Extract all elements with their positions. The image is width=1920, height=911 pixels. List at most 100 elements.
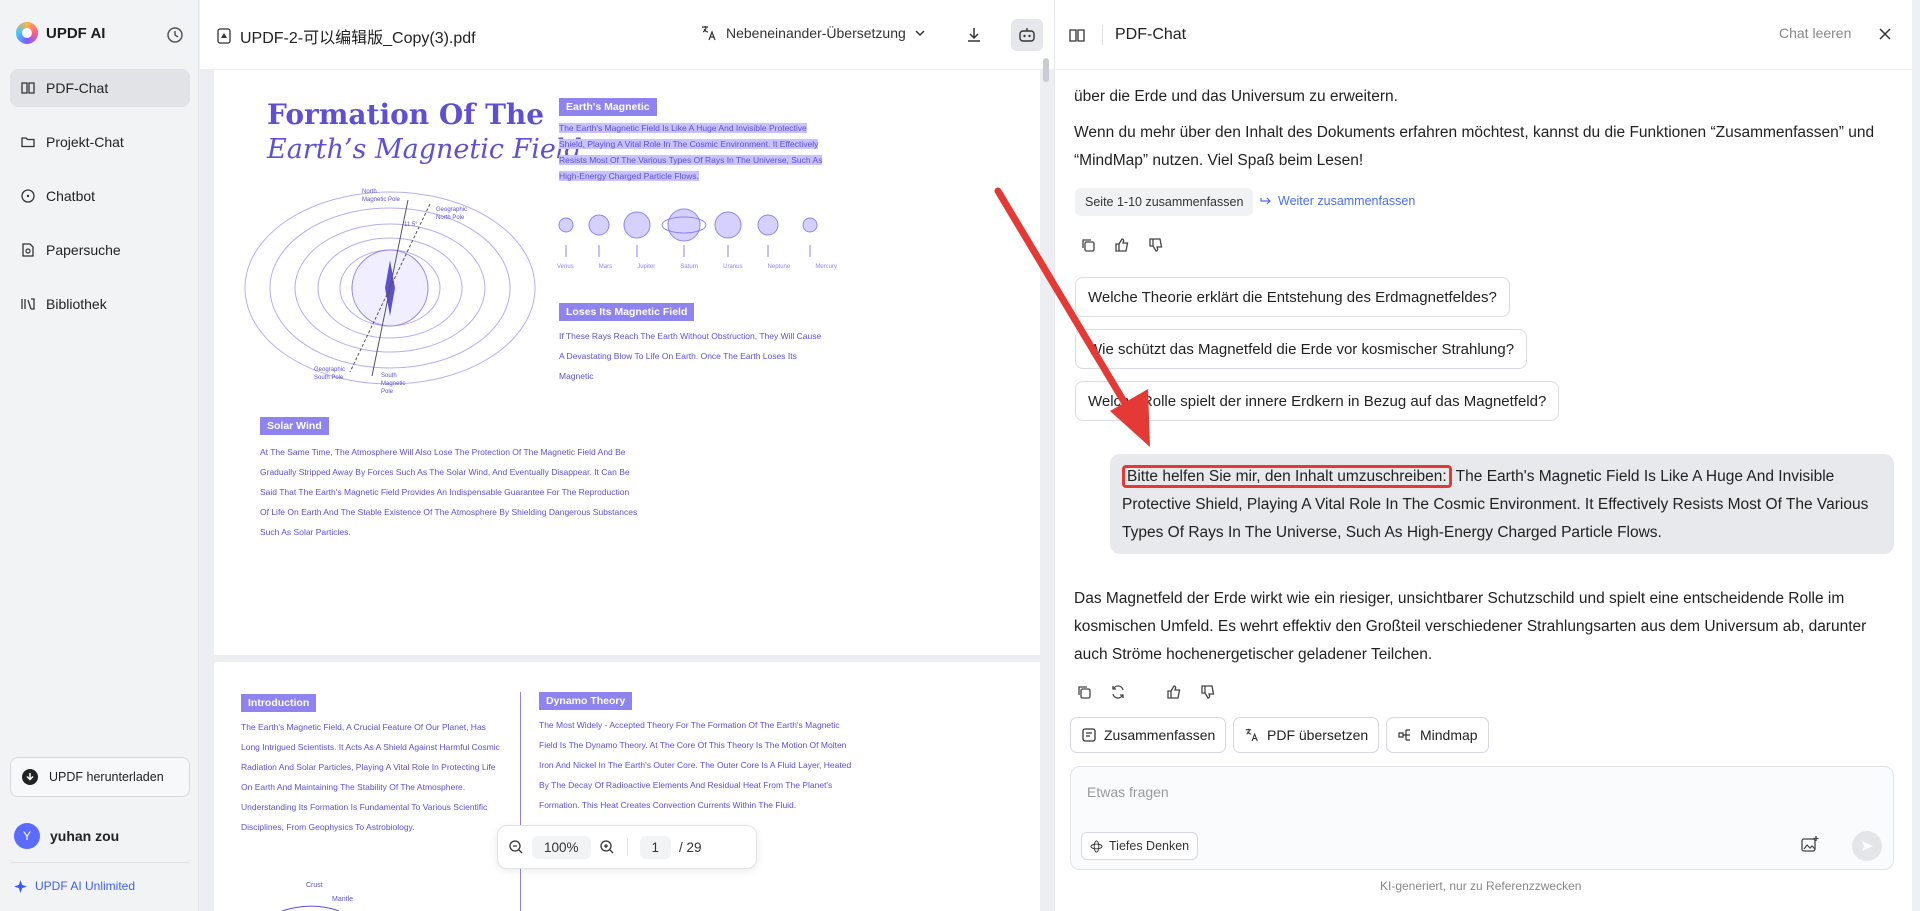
thumbs-up-icon [1167,685,1181,699]
sidebar-item-chatbot[interactable]: Chatbot [10,177,190,215]
deep-thinking-toggle[interactable]: Tiefes Denken [1081,832,1199,860]
reader-toggle-button[interactable] [1064,22,1090,48]
sidebar-item-label: Papersuche [46,242,121,258]
pdf-page-2: Introduction The Earth's Magnetic Field,… [214,662,1040,911]
robot-icon [1019,28,1035,42]
translation-mode-select[interactable]: Nebeneinander-Übersetzung [700,24,926,42]
dislike-button[interactable] [1200,684,1216,700]
planet-label: Saturn [680,264,699,270]
clear-chat-button[interactable]: Chat leeren [1779,25,1851,41]
planet-labels: Venus Mars Jupiter Saturn Uranus Neptune… [557,264,837,270]
answer-actions [1076,684,1216,700]
page-total: / 29 [679,839,702,855]
user-message-bubble: Bitte helfen Sie mir, den Inhalt umzusch… [1110,454,1894,554]
sidebar-item-label: Projekt-Chat [46,134,124,150]
mindmap-button[interactable]: Mindmap [1386,717,1489,753]
section-text: The Earth's Magnetic Field Is Like A Hug… [559,123,823,181]
library-icon [21,298,35,310]
document-search-icon [22,243,34,257]
assistant-answer: Das Magnetfeld der Erde wirkt wie ein ri… [1074,590,1867,663]
zoom-in-icon [599,840,613,854]
page-title: Formation Of The [267,98,545,131]
diagram-label: North Magnetic Pole [362,189,401,203]
zoom-out-button[interactable] [508,839,524,855]
copy-icon [1078,686,1091,699]
assistant-message-tail: über die Erde und das Universum zu erwei… [1074,88,1398,105]
regenerate-button[interactable] [1110,684,1126,700]
translation-mode-label: Nebeneinander-Übersetzung [726,25,906,41]
mindmap-label: Mindmap [1420,727,1478,743]
download-label: UPDF herunterladen [49,770,164,784]
history-icon[interactable] [166,26,184,44]
summary-icon [1082,728,1096,742]
upgrade-link[interactable]: UPDF AI Unlimited [14,879,135,893]
section-text: At The Same Time, The Atmosphere Will Al… [260,447,638,537]
diagram-label: Geographic South Pole [314,367,346,381]
zoom-level[interactable]: 100% [532,835,591,859]
chat-input-placeholder: Etwas fragen [1087,784,1169,800]
continue-summary-link[interactable]: Weiter zusammenfassen [1260,194,1415,208]
atom-icon [1090,839,1103,853]
document-viewer[interactable]: Formation Of The Earth’s Magnetic Field … [200,70,1054,911]
page-number-input[interactable]: 1 [639,835,672,859]
send-button[interactable] [1852,831,1882,861]
updf-logo-icon [16,22,38,44]
chevron-down-icon [915,30,925,37]
download-icon [968,28,980,42]
chat-bubble-icon [21,189,35,203]
download-button[interactable] [958,19,990,51]
sidebar-item-bibliothek[interactable]: Bibliothek [10,285,190,323]
disclaimer: KI-generiert, nur zu Referenzzwecken [1380,879,1582,893]
diagram-label: 11.5° [404,222,418,228]
sidebar-item-projekt-chat[interactable]: Projekt-Chat [10,123,190,161]
send-icon [1862,841,1873,851]
highlighted-prompt: Bitte helfen Sie mir, den Inhalt umzusch… [1122,465,1452,488]
diagram-label: South Magnetic Pole [381,373,406,395]
document-title: UPDF-2-可以编辑版_Copy(3).pdf [216,24,476,48]
mindmap-icon [1398,729,1410,741]
assistant-message-tip: Wenn du mehr über den Inhalt des Dokumen… [1074,124,1875,169]
earth-layers-diagram [281,905,340,911]
document-scrollbar[interactable] [1043,58,1049,82]
image-upload-button[interactable] [1800,835,1820,855]
close-button[interactable] [1878,27,1892,41]
chat-title-row: PDF-Chat [1064,22,1186,48]
annotation-arrow [994,187,1150,447]
avatar: Y [14,823,40,849]
page-subtitle: Earth’s Magnetic Field [267,134,582,165]
app-logo[interactable]: UPDF AI [16,22,105,44]
folder-icon [21,137,35,148]
sidebar-item-papersuche[interactable]: Papersuche [10,231,190,269]
zoom-out-icon [509,840,523,854]
planet-label: Venus [557,264,574,270]
like-button[interactable] [1166,684,1182,700]
section-badge: Introduction [241,694,317,712]
divider [10,862,190,863]
planet-label: Mars [598,264,613,270]
sparkle-icon [14,879,27,893]
section-badge: Earth's Magnetic [559,98,657,116]
image-plus-icon [1801,836,1819,852]
sidebar-item-pdf-chat[interactable]: PDF-Chat [10,69,190,107]
divider [1102,25,1103,45]
user-profile[interactable]: Y yuhan zou [14,823,119,849]
pdf-page-1: Formation Of The Earth’s Magnetic Field … [214,70,1040,655]
planet-label: Jupiter [637,264,656,270]
download-updf-button[interactable]: UPDF herunterladen [10,757,190,797]
app-name: UPDF AI [46,24,106,42]
copy-button[interactable] [1076,684,1092,700]
translate-pdf-button[interactable]: PDF übersetzen [1233,717,1380,753]
thumbs-down-icon [1201,685,1215,699]
zoom-in-button[interactable] [599,839,615,855]
upgrade-label: UPDF AI Unlimited [35,879,136,893]
deep-thinking-label: Tiefes Denken [1109,839,1190,853]
section-badge: Loses Its Magnetic Field [559,303,695,321]
summarize-button[interactable]: Zusammenfassen [1070,717,1227,753]
ai-assistant-button[interactable] [1011,19,1043,51]
close-icon [1879,28,1891,40]
sidebar-item-label: Chatbot [46,188,96,204]
translate-icon [1245,728,1258,742]
download-circle-icon [22,769,38,785]
section-badge: Dynamo Theory [539,692,633,710]
